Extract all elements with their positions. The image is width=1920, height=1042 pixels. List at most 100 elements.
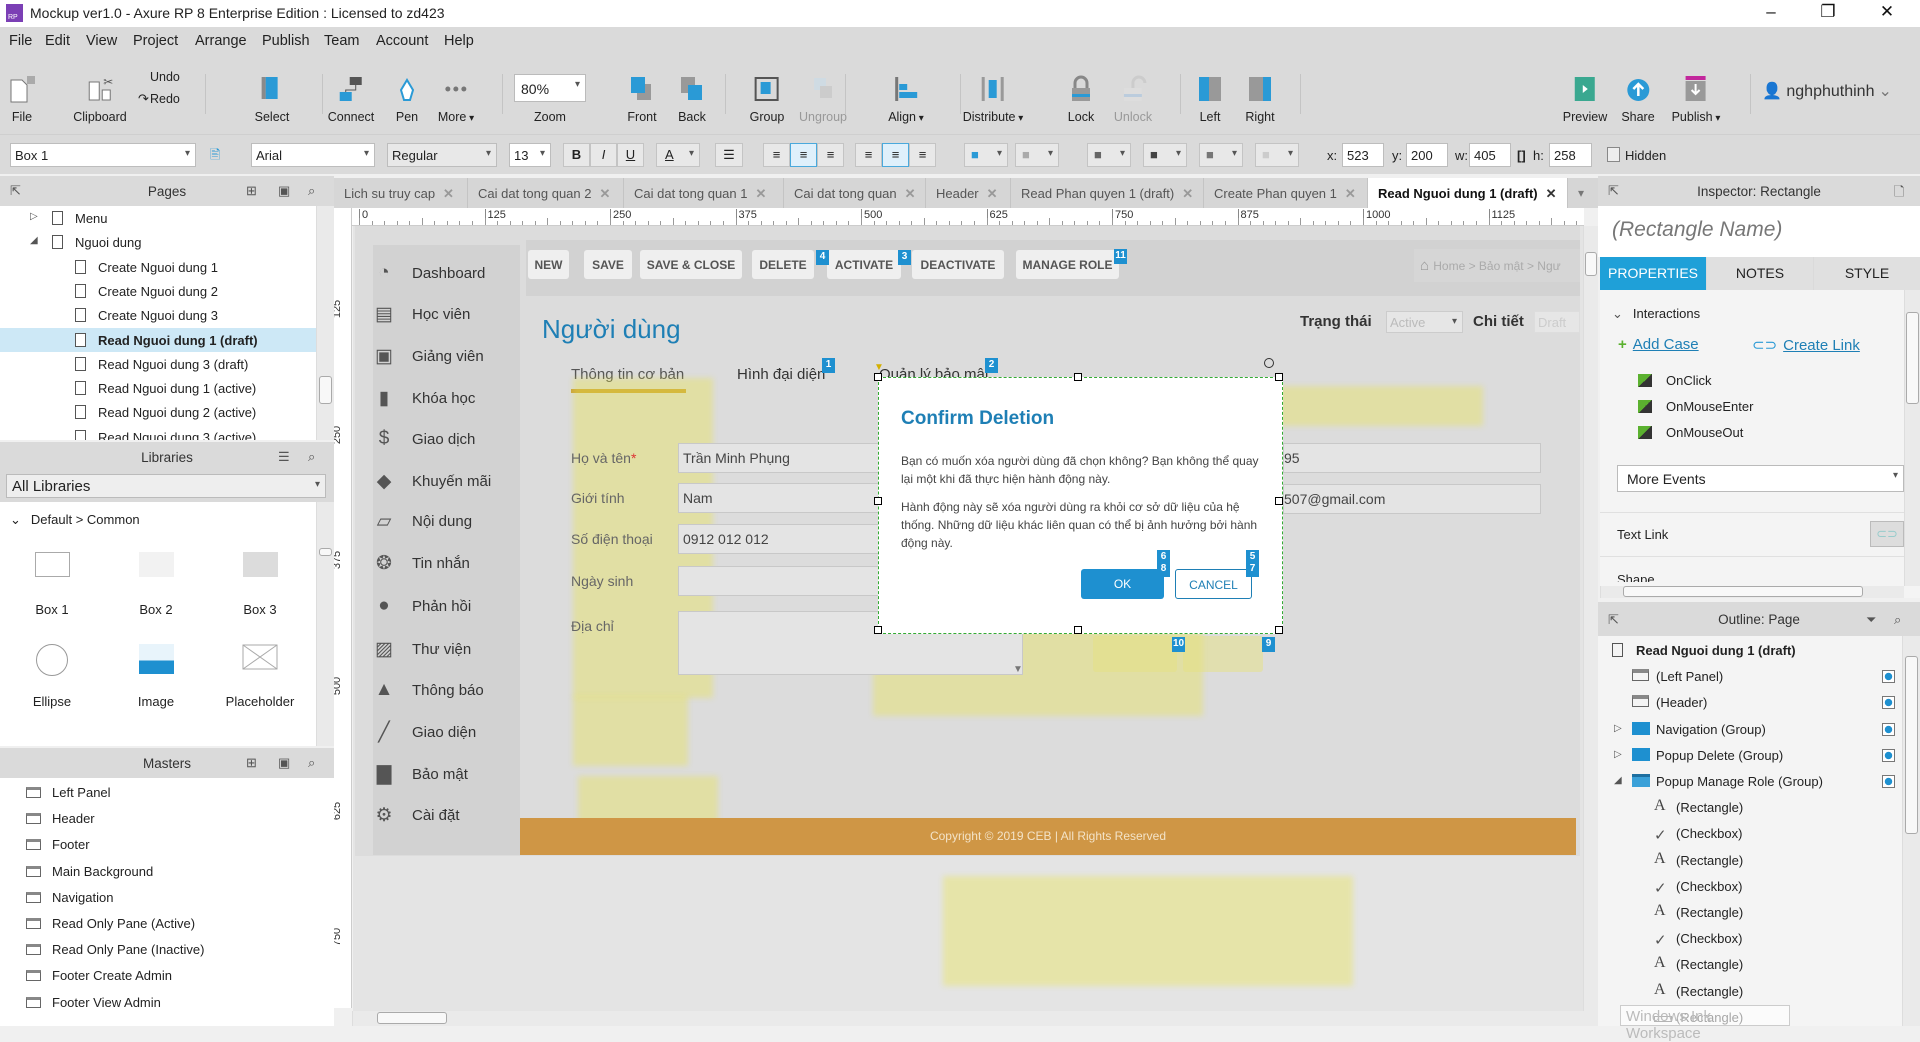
resize-handle[interactable]: [874, 497, 882, 505]
expander-icon[interactable]: ▷: [1614, 723, 1622, 734]
libraries-scrollbar[interactable]: [316, 502, 334, 746]
nav-item-7[interactable]: ❂ Tin nhắn: [373, 544, 495, 584]
toolbar-unlock-button[interactable]: Unlock: [1114, 74, 1152, 124]
undo-button[interactable]: Undo: [150, 70, 180, 84]
toolbar-share-button[interactable]: Share: [1621, 74, 1655, 124]
nav-item-5[interactable]: ◆ Khuyến mãi: [373, 462, 495, 502]
outline-item[interactable]: ▷ Popup Delete (Group): [1598, 743, 1902, 767]
toolbar-distribute-button[interactable]: Distribute: [963, 74, 1024, 124]
action-deactivate-button[interactable]: DEACTIVATE: [912, 250, 1004, 279]
tabs-overflow-icon[interactable]: ▾: [1578, 186, 1584, 200]
outline-item[interactable]: A (Rectangle): [1598, 952, 1902, 976]
toolbar-right-button[interactable]: Right: [1245, 74, 1275, 124]
action-manage-role-button[interactable]: MANAGE ROLE: [1016, 250, 1119, 279]
tab-header[interactable]: Header ✕: [926, 178, 1011, 208]
close-tab-icon[interactable]: ✕: [987, 186, 998, 201]
fill-color-button[interactable]: ■: [964, 143, 1008, 167]
library-group-toggle[interactable]: ⌄ Default > Common: [10, 507, 140, 531]
page-item[interactable]: Read Nguoi dung 1 (draft): [0, 327, 316, 352]
menu-account[interactable]: Account: [376, 33, 428, 49]
event-onmouseout[interactable]: OnMouseOut: [1638, 425, 1743, 440]
font-weight-select[interactable]: Regular: [387, 143, 497, 167]
ok-button[interactable]: OK: [1081, 569, 1164, 599]
status-select[interactable]: Active: [1386, 311, 1463, 333]
close-tab-icon[interactable]: ✕: [599, 186, 610, 201]
visibility-toggle[interactable]: [1882, 775, 1895, 788]
right-field-input[interactable]: 95: [1283, 443, 1541, 473]
menu-file[interactable]: File: [9, 33, 32, 49]
canvas-vertical-scrollbar[interactable]: [1583, 226, 1598, 1011]
toolbar-front-button[interactable]: Front: [627, 74, 657, 124]
widget-name-input[interactable]: (Rectangle Name): [1612, 218, 1782, 242]
tab-read-nguoi-dung-1-draft-[interactable]: Read Nguoi dung 1 (draft) ✕: [1368, 178, 1568, 208]
action-new-button[interactable]: NEW: [528, 250, 569, 279]
close-tab-icon[interactable]: ✕: [755, 186, 766, 201]
field-input[interactable]: Trần Minh Phụng: [678, 443, 888, 473]
inspector-horizontal-scrollbar[interactable]: [1600, 586, 1904, 598]
close-tab-icon[interactable]: ✕: [443, 186, 454, 201]
add-case-link[interactable]: + Add Case: [1618, 336, 1699, 353]
page-item[interactable]: Read Nguoi dung 3 (active): [0, 425, 316, 440]
font-size-select[interactable]: 13: [509, 143, 551, 167]
search-icon[interactable]: ⌕: [308, 183, 315, 199]
toolbar-publish-button[interactable]: Publish: [1672, 74, 1721, 124]
outline-item[interactable]: ✓ (Checkbox): [1598, 926, 1902, 950]
toolbar-align-button[interactable]: Align: [888, 74, 924, 124]
pos-h-input[interactable]: 258: [1549, 143, 1592, 167]
library-widget-ellipse[interactable]: Ellipse: [12, 644, 92, 709]
line-pattern-button[interactable]: ■: [1199, 143, 1243, 167]
nav-item-10[interactable]: ▲ Thông báo: [373, 671, 495, 711]
outline-item[interactable]: A (Rectangle): [1598, 900, 1902, 924]
italic-button[interactable]: I: [590, 143, 617, 167]
nav-item-9[interactable]: ▨ Thư viện: [373, 630, 495, 670]
font-family-select[interactable]: Arial: [251, 143, 375, 167]
create-link-link[interactable]: ⊂⊃ Create Link: [1752, 336, 1860, 354]
page-item[interactable]: Create Nguoi dung 1: [0, 255, 316, 279]
tab-cai-dat-tong-quan[interactable]: Cai dat tong quan ✕: [784, 178, 926, 208]
nav-item-8[interactable]: ● Phản hồi: [373, 587, 495, 627]
menu-publish[interactable]: Publish: [262, 33, 310, 49]
pos-x-input[interactable]: 523: [1342, 143, 1384, 167]
page-item[interactable]: Create Nguoi dung 3: [0, 303, 316, 327]
outline-item[interactable]: (Left Panel): [1598, 664, 1902, 688]
nav-item-13[interactable]: ⚙ Cài đặt: [373, 796, 495, 836]
outline-item[interactable]: A (Rectangle): [1598, 795, 1902, 819]
toolbar-group-button[interactable]: Group: [750, 74, 784, 124]
field-input[interactable]: 0912 012 012: [678, 524, 888, 554]
action-save-button[interactable]: SAVE: [584, 250, 632, 279]
menu-view[interactable]: View: [86, 33, 117, 49]
resize-handle[interactable]: [1074, 626, 1082, 634]
redo-button[interactable]: Redo: [150, 92, 180, 106]
toolbar-ungroup-button[interactable]: Ungroup: [799, 74, 847, 124]
close-tab-icon[interactable]: ✕: [905, 186, 916, 201]
outline-item[interactable]: ✓ (Checkbox): [1598, 821, 1902, 845]
toolbar-clipboard-button[interactable]: ✂ Clipboard: [73, 74, 127, 124]
interactions-section-toggle[interactable]: ⌄ Interactions: [1612, 306, 1700, 322]
toolbar-left-button[interactable]: Left: [1195, 74, 1225, 124]
toolbar-connect-button[interactable]: Connect: [328, 74, 374, 124]
action-activate-button[interactable]: ACTIVATE: [827, 250, 901, 279]
field-input[interactable]: Nam: [678, 483, 888, 513]
menu-help[interactable]: Help: [444, 33, 474, 49]
inspector-scrollbar[interactable]: [1904, 290, 1920, 586]
pages-scrollbar[interactable]: [316, 206, 334, 440]
visibility-toggle[interactable]: [1882, 722, 1895, 736]
add-folder-icon[interactable]: ▣: [278, 183, 290, 199]
maximize-button[interactable]: ❐: [1813, 2, 1843, 22]
shape-section-label[interactable]: Shape: [1617, 572, 1655, 582]
page-item[interactable]: Read Nguoi dung 2 (active): [0, 400, 316, 424]
zoom-select[interactable]: 80%: [514, 74, 586, 102]
menu-edit[interactable]: Edit: [45, 33, 70, 49]
resize-handle[interactable]: [1074, 373, 1082, 381]
expander-icon[interactable]: ▷: [30, 211, 38, 222]
visibility-toggle[interactable]: [1882, 748, 1895, 762]
toolbar-file-button[interactable]: File: [7, 74, 37, 124]
align-center-button[interactable]: ≡: [790, 143, 817, 167]
menu-project[interactable]: Project: [133, 33, 178, 49]
underline-button[interactable]: U: [617, 143, 644, 167]
resize-handle[interactable]: [1275, 626, 1283, 634]
page-item[interactable]: ▷ Menu: [0, 206, 316, 230]
text-link-button[interactable]: ⊂⊃: [1870, 521, 1904, 547]
bullet-list-button[interactable]: ☰: [715, 143, 743, 167]
tab-read-phan-quyen-1-draft-[interactable]: Read Phan quyen 1 (draft) ✕: [1011, 178, 1204, 208]
